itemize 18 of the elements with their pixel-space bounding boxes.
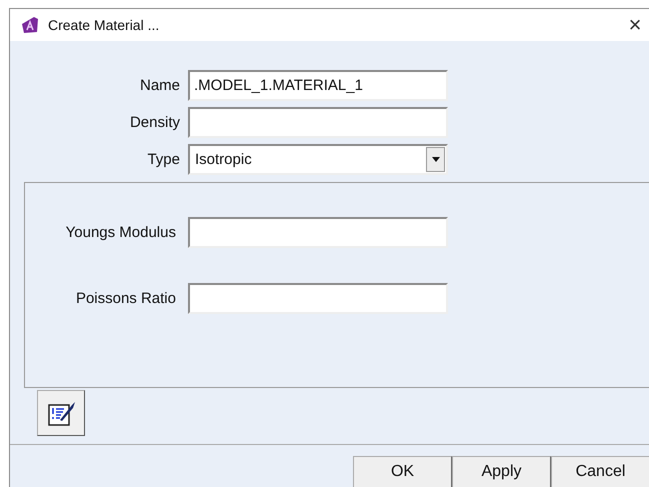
input-field[interactable] (188, 106, 448, 138)
input-field[interactable]: .MODEL_1.MATERIAL_1 (188, 70, 448, 101)
type-dropdown[interactable]: Isotropic (188, 144, 448, 175)
field-label: Name (138, 76, 180, 94)
field-label: Poissons Ratio (74, 290, 176, 307)
close-button[interactable]: × (620, 12, 649, 38)
input-field[interactable] (188, 216, 448, 248)
app-logo-icon (20, 16, 40, 34)
field-label: Youngs Modulus (64, 224, 176, 241)
dialog-button[interactable]: OK (353, 456, 452, 487)
field-label: Density (128, 114, 180, 131)
field-label: Type (146, 150, 180, 168)
edit-notes-button[interactable] (37, 390, 85, 436)
input-field[interactable] (188, 282, 448, 314)
dialog-button[interactable]: Cancel (551, 456, 649, 487)
dialog-button[interactable]: Apply (452, 456, 551, 487)
caret-icon (432, 156, 440, 162)
window-title: Create Material ... (48, 16, 160, 33)
